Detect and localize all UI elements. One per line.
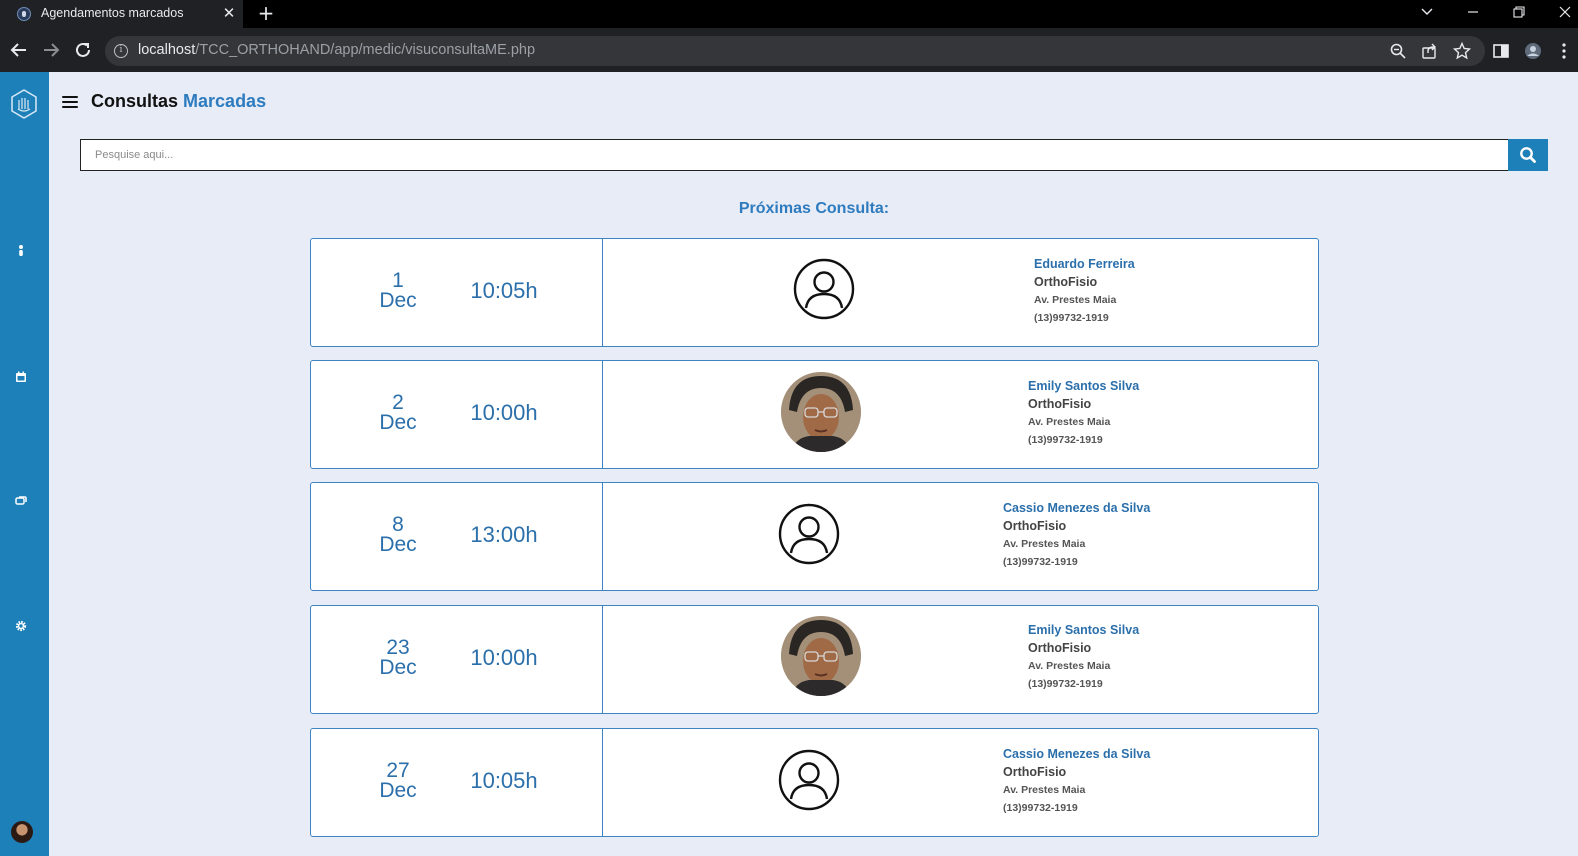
upcoming-appointments-title: Próximas Consulta: [738, 200, 890, 217]
card-divider [602, 606, 603, 713]
patient-info: Emily Santos Silva OrthoFisio Av. Preste… [1028, 622, 1139, 694]
site-info-icon[interactable]: i [114, 44, 128, 58]
patient-info: Cassio Menezes da Silva OrthoFisio Av. P… [1003, 746, 1150, 818]
new-tab-icon[interactable]: + [256, 1, 276, 25]
patient-photo-avatar [781, 372, 861, 452]
clinic-phone: (13)99732-1919 [1003, 802, 1078, 814]
appointment-day: 27 [386, 759, 410, 782]
tab-search-chevron-icon[interactable] [1417, 2, 1437, 22]
browser-tab-strip: Agendamentos marcados ✕ + [0, 0, 1578, 28]
search-input[interactable] [80, 139, 1509, 171]
bookmark-star-icon[interactable] [1453, 42, 1471, 60]
appointment-day: 2 [392, 391, 404, 414]
clinic-address: Av. Prestes Maia [1034, 294, 1117, 306]
clinic-address: Av. Prestes Maia [1028, 660, 1111, 672]
browser-menu-icon[interactable] [1559, 41, 1569, 61]
clinic-phone: (13)99732-1919 [1034, 312, 1109, 324]
appointment-month: Dec [379, 411, 417, 434]
clinic-phone: (13)99732-1919 [1003, 556, 1078, 568]
browser-tab[interactable]: Agendamentos marcados ✕ [0, 0, 243, 28]
appointment-month: Dec [379, 533, 417, 556]
appointment-month: Dec [379, 656, 417, 679]
back-arrow-icon[interactable] [8, 39, 30, 61]
card-divider [602, 483, 603, 590]
sidebar-chat-icon[interactable] [13, 493, 29, 509]
close-window-icon[interactable] [1555, 2, 1575, 22]
appointment-month: Dec [379, 779, 417, 802]
clinic-address: Av. Prestes Maia [1003, 784, 1086, 796]
appointment-card[interactable]: 2 Dec 10:00h Emily Santos Silva OrthoFis… [310, 360, 1319, 469]
clinic-phone: (13)99732-1919 [1028, 678, 1103, 690]
appointment-day: 8 [392, 513, 404, 536]
patient-info: Eduardo Ferreira OrthoFisio Av. Prestes … [1034, 256, 1135, 328]
patient-info: Emily Santos Silva OrthoFisio Av. Preste… [1028, 378, 1139, 450]
orthohand-logo-icon[interactable] [8, 88, 40, 120]
patient-info: Cassio Menezes da Silva OrthoFisio Av. P… [1003, 500, 1150, 572]
clinic-name: OrthoFisio [1034, 275, 1098, 289]
side-panel-icon[interactable] [1491, 41, 1511, 61]
appointment-card[interactable]: 23 Dec 10:00h Emily Santos Silva OrthoFi… [310, 605, 1319, 714]
appointment-time: 10:05h [470, 278, 538, 303]
card-divider [602, 239, 603, 346]
card-divider [602, 729, 603, 836]
site-favicon-icon [17, 7, 31, 21]
share-icon[interactable] [1421, 42, 1439, 60]
appointment-time: 10:00h [470, 400, 538, 425]
zoom-icon[interactable] [1389, 42, 1407, 60]
page-title-main: Consultas [91, 91, 179, 111]
appointment-card[interactable]: 8 Dec 13:00h Cassio Menezes da Silva Ort… [310, 482, 1319, 591]
url-path: /TCC_ORTHOHAND/app/medic/visuconsultaME.… [195, 42, 536, 58]
appointment-day: 23 [386, 636, 410, 659]
patient-name: Emily Santos Silva [1028, 379, 1140, 393]
appointment-day: 1 [392, 269, 404, 292]
clinic-address: Av. Prestes Maia [1003, 538, 1086, 550]
reload-icon[interactable] [72, 39, 94, 61]
restore-window-icon[interactable] [1509, 2, 1529, 22]
sidebar-calendar-icon[interactable] [13, 369, 29, 385]
clinic-name: OrthoFisio [1028, 397, 1092, 411]
clinic-phone: (13)99732-1919 [1028, 434, 1103, 446]
url-text[interactable]: localhost/TCC_ORTHOHAND/app/medic/visuco… [138, 42, 535, 58]
url-host: localhost [138, 42, 196, 58]
clinic-name: OrthoFisio [1003, 519, 1067, 533]
patient-name: Eduardo Ferreira [1034, 257, 1135, 271]
appointment-card[interactable]: 1 Dec 10:05h Eduardo Ferreira OrthoFisio… [310, 238, 1319, 347]
appointment-time: 10:00h [470, 645, 538, 670]
page-title: Consultas Marcadas [91, 91, 266, 112]
close-tab-icon[interactable]: ✕ [221, 3, 237, 23]
profile-avatar-icon[interactable] [1523, 41, 1543, 61]
page-title-accent: Marcadas [183, 91, 267, 111]
minimize-window-icon[interactable] [1463, 2, 1483, 22]
default-user-icon [778, 749, 840, 811]
search-icon [1520, 147, 1536, 163]
appointment-time: 13:00h [470, 522, 538, 547]
appointment-card[interactable]: 27 Dec 10:05h Cassio Menezes da Silva Or… [310, 728, 1319, 837]
search-button[interactable] [1508, 139, 1548, 171]
sidebar-person-icon[interactable] [13, 243, 29, 259]
sidebar-user-avatar[interactable] [11, 821, 33, 843]
default-user-icon [778, 503, 840, 565]
tab-title: Agendamentos marcados [41, 6, 184, 20]
patient-name: Cassio Menezes da Silva [1003, 501, 1151, 515]
patient-name: Cassio Menezes da Silva [1003, 747, 1151, 761]
app-sidebar [0, 72, 49, 856]
menu-hamburger-icon[interactable] [62, 95, 78, 109]
card-divider [602, 361, 603, 468]
patient-name: Emily Santos Silva [1028, 623, 1140, 637]
clinic-name: OrthoFisio [1003, 765, 1067, 779]
default-user-icon [793, 258, 855, 320]
sidebar-settings-gear-icon[interactable] [13, 618, 29, 634]
forward-arrow-icon[interactable] [40, 39, 62, 61]
clinic-name: OrthoFisio [1028, 641, 1092, 655]
patient-photo-avatar [781, 616, 861, 696]
clinic-address: Av. Prestes Maia [1028, 416, 1111, 428]
appointment-month: Dec [379, 289, 417, 312]
appointment-time: 10:05h [470, 768, 538, 793]
